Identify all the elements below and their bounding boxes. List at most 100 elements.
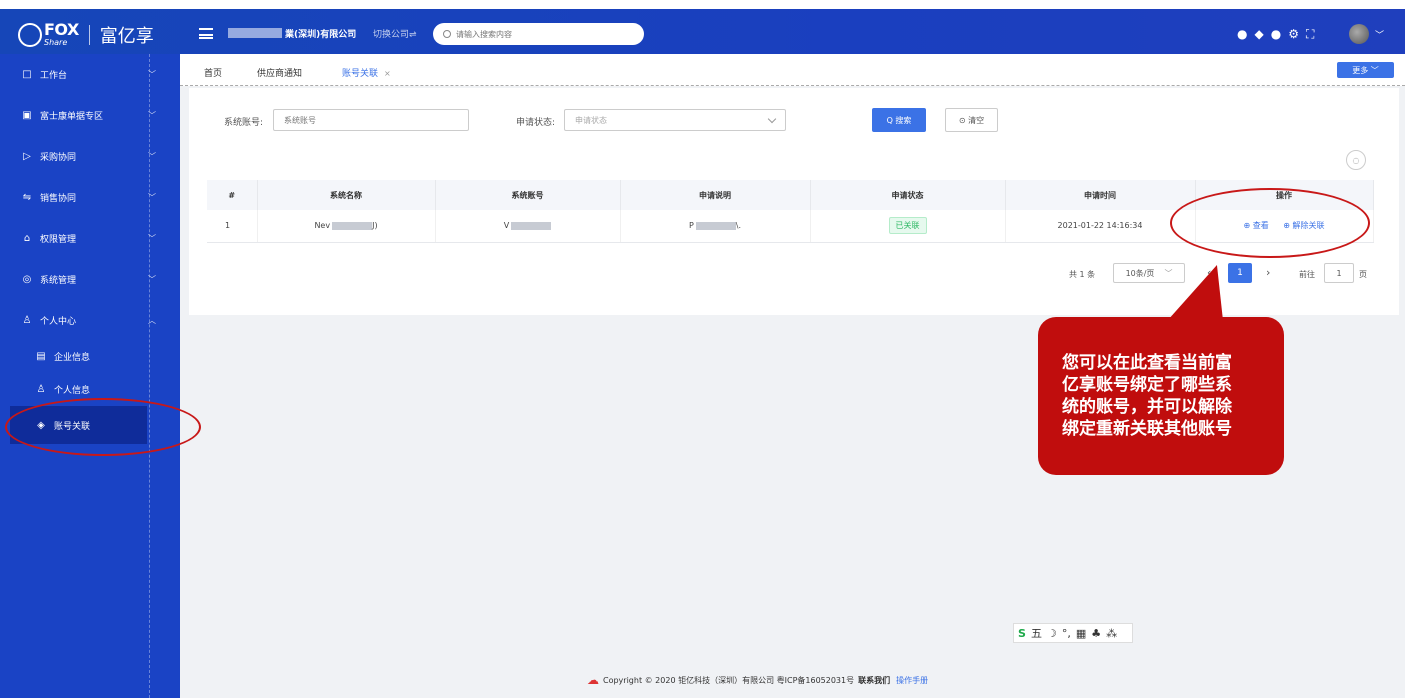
chevron-down-icon: ﹀ <box>148 234 156 243</box>
ime-keyboard-icon[interactable]: ▦ <box>1076 627 1086 640</box>
global-search-input[interactable] <box>456 29 626 39</box>
manual-link[interactable]: 操作手册 <box>896 675 928 686</box>
sidebar-item-label: 系统管理 <box>40 276 77 286</box>
sidebar: □ 工作台 ﹀ ▣ 富士康单据专区 ﹀ ▷ 采购协同 ﹀ ⇋ 销售协同 ﹀ ⌂ … <box>0 54 180 698</box>
highlight-ellipse-sidebar <box>5 398 201 456</box>
fullscreen-icon[interactable]: ⛶ <box>1306 28 1314 40</box>
tab-supplier-notice[interactable]: 供应商通知 <box>257 66 302 79</box>
sidebar-item-label: 工作台 <box>40 71 68 81</box>
status-badge: 已关联 <box>888 217 927 235</box>
refresh-icon[interactable]: ◌ <box>1346 150 1366 170</box>
chevron-down-icon[interactable]: ﹀ <box>1375 28 1384 41</box>
message-icon[interactable]: ● <box>1237 28 1247 40</box>
sidebar-item-label: 权限管理 <box>40 235 77 245</box>
workbench-icon: □ <box>22 69 32 80</box>
redacted-block <box>695 221 736 230</box>
settings-icon[interactable]: ⚙ <box>1288 28 1299 40</box>
logo-main: FOX <box>44 20 79 39</box>
sidebar-item-label: 采购协同 <box>40 153 77 163</box>
menu-toggle-icon[interactable] <box>199 28 213 39</box>
page-size-select[interactable]: 10条/页 ﹀ <box>1113 263 1185 283</box>
next-page-button[interactable]: › <box>1266 266 1270 279</box>
tab-home[interactable]: 首页 <box>204 66 222 79</box>
ime-punct-icon[interactable]: °, <box>1062 627 1071 640</box>
status-select-placeholder: 申请状态 <box>575 115 607 125</box>
redacted-block <box>511 221 552 230</box>
col-index: # <box>207 180 258 210</box>
sidebar-item-label: 销售协同 <box>40 194 77 204</box>
account-input[interactable] <box>273 109 469 131</box>
callout-line: 绑定重新关联其他账号 <box>1062 419 1232 439</box>
cloud-logo-icon: ☁ <box>587 673 599 687</box>
sidebar-item-permissions[interactable]: ⌂ 权限管理 ﹀ <box>0 218 180 259</box>
row-index: 1 <box>207 210 258 243</box>
tab-label: 账号关联 <box>342 69 379 79</box>
page-size-value: 10条/页 <box>1125 268 1155 278</box>
sidebar-item-personal-center[interactable]: ♙ 个人中心 ︿ <box>0 300 180 341</box>
logo-text: FOX Share <box>44 20 79 48</box>
goto-page-input[interactable]: 1 <box>1324 263 1354 283</box>
close-icon[interactable]: × <box>384 69 391 78</box>
sidebar-item-label: 个人信息 <box>54 386 91 396</box>
top-strip <box>0 0 1405 9</box>
row-system-account: V <box>435 210 621 243</box>
row-system-name-tail: J) <box>372 221 378 231</box>
col-time: 申请时间 <box>1005 180 1196 210</box>
footer: ☁ Copyright © 2020 钜亿科技（深圳）有限公司 粤ICP备160… <box>587 673 928 687</box>
ime-grid-icon[interactable]: ⁂ <box>1106 627 1117 640</box>
more-tabs-button[interactable]: 更多 ﹀ <box>1337 62 1394 78</box>
global-search[interactable] <box>433 23 644 45</box>
ime-wubi-icon[interactable]: 五 <box>1031 625 1042 641</box>
status-select[interactable]: 申请状态 <box>564 109 786 131</box>
callout-pointer <box>1167 265 1235 321</box>
clear-button[interactable]: ⊙ 清空 <box>945 108 998 132</box>
row-system-account-text: V <box>503 221 510 231</box>
ime-skin-icon[interactable]: ♣ <box>1091 627 1101 640</box>
ime-logo-icon[interactable]: S <box>1018 627 1026 640</box>
ime-toolbar[interactable]: S 五 ☽ °, ▦ ♣ ⁂ <box>1013 623 1133 643</box>
sidebar-item-label: 富士康单据专区 <box>40 112 104 122</box>
purchase-icon: ▷ <box>23 151 31 162</box>
switch-company-link[interactable]: 切换公司⇌ <box>373 27 417 40</box>
row-time: 2021-01-22 14:16:34 <box>1005 210 1196 243</box>
tab-bar: 首页 供应商通知 账号关联 × <box>180 54 1405 86</box>
location-icon[interactable]: ◆ <box>1254 28 1263 40</box>
account-label: 系统账号: <box>224 118 264 128</box>
document-icon: ▣ <box>22 110 32 121</box>
chevron-down-icon: ﹀ <box>148 111 156 120</box>
user-icon: ♙ <box>22 315 32 326</box>
contact-link[interactable]: 联系我们 <box>858 675 890 686</box>
sidebar-item-purchase[interactable]: ▷ 采购协同 ﹀ <box>0 136 180 177</box>
sidebar-item-workbench[interactable]: □ 工作台 ﹀ <box>0 54 180 95</box>
sidebar-item-system[interactable]: ◎ 系统管理 ﹀ <box>0 259 180 300</box>
chevron-up-icon: ︿ <box>148 316 156 325</box>
company-name-redacted <box>228 28 282 38</box>
search-button[interactable]: Q 搜索 <box>872 108 926 132</box>
lock-icon[interactable]: ● <box>1271 28 1281 40</box>
fox-logo-icon <box>18 23 42 47</box>
avatar[interactable] <box>1349 24 1369 44</box>
callout-line: 亿享账号绑定了哪些系 <box>1062 375 1232 395</box>
sidebar-item-foxconn-docs[interactable]: ▣ 富士康单据专区 ﹀ <box>0 95 180 136</box>
row-status: 已关联 <box>810 210 1006 243</box>
logo[interactable]: FOX Share 富亿享 <box>18 22 154 48</box>
status-label: 申请状态: <box>516 118 556 128</box>
chevron-down-icon <box>767 114 777 124</box>
chevron-down-icon: ﹀ <box>148 70 156 79</box>
tab-account-link[interactable]: 账号关联 × <box>342 66 391 79</box>
sidebar-item-label: 企业信息 <box>54 353 91 363</box>
chevron-down-icon: ﹀ <box>148 193 156 202</box>
sales-icon: ⇋ <box>22 192 32 203</box>
sidebar-item-label: 个人中心 <box>40 317 77 327</box>
logo-divider <box>88 25 90 45</box>
row-system-name-text: Nev <box>314 221 331 231</box>
col-description: 申请说明 <box>620 180 811 210</box>
tip-callout: 您可以在此查看当前富 亿享账号绑定了哪些系 统的账号，并可以解除 绑定重新关联其… <box>1038 317 1284 475</box>
company-icon: ▤ <box>36 351 46 362</box>
ime-moon-icon[interactable]: ☽ <box>1047 627 1057 640</box>
col-system-account: 系统账号 <box>435 180 621 210</box>
sidebar-item-sales[interactable]: ⇋ 销售协同 ﹀ <box>0 177 180 218</box>
company-name: 業(深圳)有限公司 <box>285 30 357 40</box>
col-system-name: 系统名称 <box>257 180 436 210</box>
callout-line: 统的账号，并可以解除 <box>1062 397 1232 417</box>
